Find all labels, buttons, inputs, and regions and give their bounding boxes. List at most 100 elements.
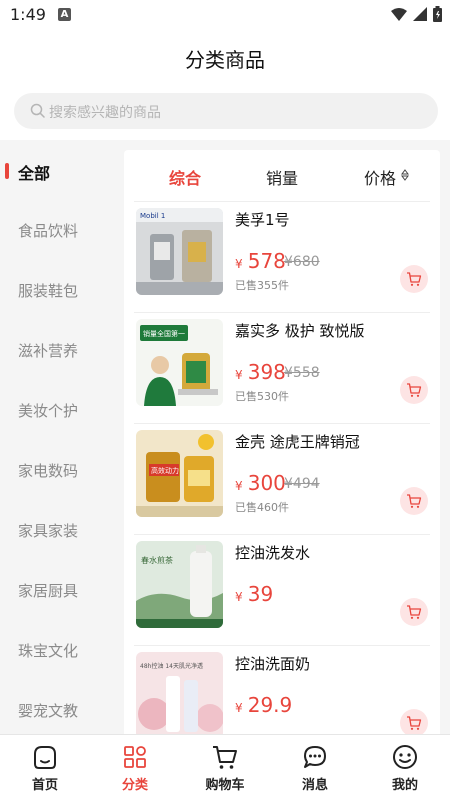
currency-symbol: ¥ [235,701,243,715]
sidebar-item-label: 家电数码 [18,462,79,480]
tab-messages[interactable]: 消息 [270,735,360,800]
sidebar-item-kitchen[interactable]: 家居厨具 [0,560,113,620]
signal-icon [413,7,427,21]
original-price: ¥680 [284,254,320,270]
sort-sales[interactable]: 销量 [266,165,298,189]
divider [134,645,430,646]
tab-cart[interactable]: 购物车 [180,735,270,800]
currency-symbol: ¥ [235,368,243,382]
tab-category[interactable]: 分类 [90,735,180,800]
product-image[interactable]: 48h控油 14天肌光净透 [136,652,223,739]
sold-count: 已售460件 [235,501,289,514]
page-title: 分类商品 [185,48,265,72]
product-price: ¥ 39 [235,582,273,606]
currency-symbol: ¥ [235,590,243,604]
category-sidebar: 全部 食品饮料 服装鞋包 滋补营养 美妆个护 家电数码 家具家装 家居厨具 珠宝… [0,140,113,734]
sort-price[interactable]: 价格 [364,165,396,189]
sidebar-item-all[interactable]: 全部 [0,140,113,200]
profile-icon [393,745,417,769]
tab-home[interactable]: 首页 [0,735,90,800]
price-value: 578 [247,249,286,273]
product-name: 美孚1号 [235,211,290,229]
product-price: ¥ 29.9 [235,693,292,717]
product-card[interactable]: Mobil 1 美孚1号 ¥ 578 ¥680 已售355件 [124,201,440,312]
battery-icon [433,6,442,22]
product-card[interactable]: 48h控油 14天肌光净透 控油洗面奶 ¥ 29.9 [124,645,440,740]
currency-symbol: ¥ [235,257,243,271]
sidebar-item-label: 婴宠文教 [18,702,79,720]
sidebar-item-label: 滋补营养 [18,342,79,360]
search-input[interactable]: 搜索感兴趣的商品 [14,93,438,129]
bottom-tab-bar: 首页 分类 购物车 消息 我的 [0,734,450,800]
product-price: ¥ 300 [235,471,286,495]
tab-label: 我的 [391,778,418,793]
sidebar-item-label: 家具家装 [18,522,79,540]
product-card[interactable]: 销量全国第一 嘉实多 极护 致悦版 ¥ 398 ¥558 已售530件 [124,312,440,423]
tab-label: 消息 [301,778,328,793]
sort-comprehensive[interactable]: 综合 [169,165,201,189]
tab-label: 购物车 [205,778,245,793]
product-price: ¥ 578 [235,249,286,273]
search-section: 搜索感兴趣的商品 [0,82,450,140]
price-value: 29.9 [247,693,293,717]
search-icon [30,103,45,118]
product-panel: 综合 销量 价格 Mobil 1 美孚1号 ¥ 578 ¥680 已售355件 [124,150,440,740]
sidebar-item-nutrition[interactable]: 滋补营养 [0,320,113,380]
original-price: ¥494 [284,476,320,492]
sidebar-item-furniture[interactable]: 家具家装 [0,500,113,560]
tab-label: 首页 [31,778,58,793]
add-to-cart-button[interactable] [400,709,428,737]
price-value: 300 [247,471,286,495]
add-to-cart-button[interactable] [400,487,428,515]
add-to-cart-button[interactable] [400,598,428,626]
sidebar-item-beauty[interactable]: 美妆个护 [0,380,113,440]
sidebar-item-label: 服装鞋包 [18,282,79,300]
search-placeholder: 搜索感兴趣的商品 [49,105,161,121]
add-to-cart-button[interactable] [400,376,428,404]
product-image[interactable]: Mobil 1 [136,208,223,295]
divider [134,534,430,535]
cart-icon [407,716,422,730]
active-indicator [5,163,9,179]
status-bar: 1:49 A [0,0,450,30]
sold-count: 已售355件 [235,279,289,292]
product-thumb-label: 48h控油 14天肌光净透 [140,662,203,670]
sidebar-item-clothing[interactable]: 服装鞋包 [0,260,113,320]
status-indicators [391,6,442,22]
sold-count: 已售530件 [235,390,289,403]
divider [134,312,430,313]
cart-icon [407,272,422,286]
sidebar-item-electronics[interactable]: 家电数码 [0,440,113,500]
product-image[interactable]: 春水煎茶 [136,541,223,628]
cart-icon [407,383,422,397]
price-value: 398 [247,360,286,384]
sidebar-item-label: 全部 [18,164,51,183]
message-icon [304,746,326,768]
sidebar-item-baby-pet[interactable]: 婴宠文教 [0,680,113,734]
notification-icon: A [58,8,71,21]
tab-profile[interactable]: 我的 [360,735,450,800]
cart-icon [407,605,422,619]
product-image[interactable]: 销量全国第一 [136,319,223,406]
sidebar-item-label: 美妆个护 [18,402,79,420]
divider [134,201,430,202]
cart-icon [213,746,237,769]
sidebar-item-label: 珠宝文化 [18,642,79,660]
sort-bar: 综合 销量 价格 [124,150,440,200]
product-name: 控油洗发水 [235,544,311,562]
product-thumb-label: 高效动力 [151,466,179,475]
tab-label: 分类 [121,778,148,793]
sidebar-item-label: 家居厨具 [18,582,79,600]
product-card[interactable]: 春水煎茶 控油洗发水 ¥ 39 [124,534,440,645]
sort-toggle-icon[interactable] [401,169,409,181]
header: 分类商品 [0,30,450,82]
sidebar-item-label: 食品饮料 [18,222,79,240]
product-card[interactable]: 高效动力 金壳 途虎王牌销冠 ¥ 300 ¥494 已售460件 [124,423,440,534]
product-name: 控油洗面奶 [235,655,311,673]
add-to-cart-button[interactable] [400,265,428,293]
sidebar-item-jewelry[interactable]: 珠宝文化 [0,620,113,680]
wifi-icon [391,8,407,21]
product-name: 嘉实多 极护 致悦版 [235,322,365,340]
product-image[interactable]: 高效动力 [136,430,223,517]
sidebar-item-food-drinks[interactable]: 食品饮料 [0,200,113,260]
